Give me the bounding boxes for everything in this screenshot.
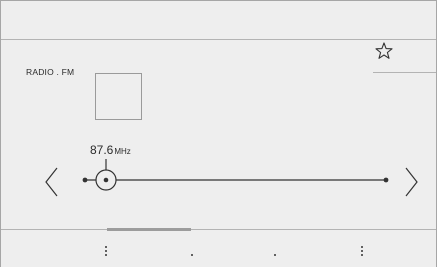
left-more-options-icon[interactable] (99, 246, 113, 262)
tuning-track-end-dot (383, 177, 389, 183)
bottom-navigation-bar (1, 228, 436, 267)
right-more-options-icon[interactable] (355, 246, 369, 262)
tuning-track-start-dot (82, 177, 88, 183)
tuning-handle-center (103, 177, 109, 183)
status-bar (1, 1, 436, 40)
chevron-right-icon[interactable] (402, 167, 420, 197)
page-indicator (107, 228, 191, 231)
chevron-left-icon[interactable] (43, 167, 61, 197)
nav-slot-2-icon[interactable] (185, 246, 199, 262)
radio-screen: RADIO . FM 87.6MHz (0, 0, 437, 267)
tuning-slider[interactable] (1, 40, 436, 228)
radio-main-panel: RADIO . FM 87.6MHz (1, 40, 436, 228)
nav-slot-3-icon[interactable] (268, 246, 282, 262)
